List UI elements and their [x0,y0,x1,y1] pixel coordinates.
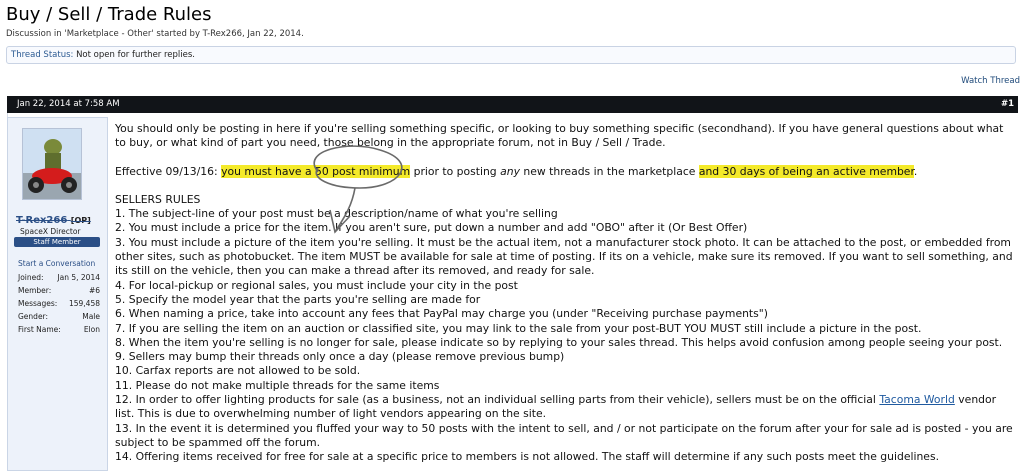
rule-item: 14. Offering items received for free for… [115,450,940,464]
page-title: Buy / Sell / Trade Rules [6,4,212,25]
rule-item-12: 12. In order to offer lighting products … [115,393,1013,422]
post-date: Jan 22, 2014 at 7:58 AM [17,99,120,109]
rule-item: 13. In the event it is determined you fl… [115,421,1013,449]
stat-label: Member: [18,286,52,295]
avatar[interactable] [22,128,82,200]
thread-status-box: Thread Status: Not open for further repl… [6,46,1016,64]
stat-messages: Messages: 159,458 [18,297,100,310]
post-permalink[interactable]: #1 [1001,96,1014,113]
rule-item: 9. Sellers may bump their threads only o… [115,350,565,364]
stat-first-name: First Name: Elon [18,323,100,336]
stat-joined: Joined: Jan 5, 2014 [18,271,100,284]
highlight-active-member: and 30 days of being an active member [698,164,914,178]
intro-paragraph: You should only be posting in here if yo… [115,122,1004,150]
stat-label: First Name: [18,325,61,334]
username[interactable]: T-Rex266 [OP] [16,215,91,226]
rule-item: 4. For local-pickup or regional sales, y… [115,278,518,292]
stat-gender: Gender: Male [18,310,100,323]
highlight-post-minimum: you must have a 50 post minimum [221,164,411,178]
thread-status-label: Thread Status: [11,50,74,60]
rule-item: 11. Please do not make multiple threads … [115,378,440,392]
post-header: Jan 22, 2014 at 7:58 AM #1 [7,96,1018,113]
rule-item: 6. When naming a price, take into accoun… [115,307,768,321]
user-title: SpaceX Director [20,227,81,236]
watch-thread-link[interactable]: Watch Thread [961,76,1020,86]
effective-end: . [913,164,918,178]
user-info-panel: T-Rex266 [OP] SpaceX Director Staff Memb… [7,117,108,471]
effective-any: any [500,164,520,178]
rule-item: 1. The subject-line of your post must be… [115,207,558,221]
tacoma-world-link[interactable]: Tacoma World [879,393,954,406]
rule-item: 2. You must include a price for the item… [115,221,748,235]
rule-item: 8. When the item you're selling is no lo… [115,335,1003,349]
start-conversation-link[interactable]: Start a Conversation [18,259,95,268]
stat-label: Joined: [18,273,44,282]
stat-member: Member: #6 [18,284,100,297]
rule-item: 5. Specify the model year that the parts… [115,292,481,306]
sellers-rules-heading: SELLERS RULES [115,192,201,206]
stat-value: Jan 5, 2014 [57,273,100,282]
stat-value: Elon [83,325,100,334]
post-body: You should only be posting in here if yo… [115,122,1013,465]
stat-value: #6 [88,286,100,295]
effective-prefix: Effective 09/13/16: [115,164,218,178]
rule-item: 3. You must include a picture of the ite… [115,235,1013,278]
thread-byline: Discussion in 'Marketplace - Other' star… [6,29,304,39]
username-text[interactable]: T-Rex266 [16,215,67,226]
op-tag: [OP] [70,216,91,225]
staff-badge: Staff Member [14,237,100,247]
effective-text: new threads in the marketplace [523,164,696,178]
thread-status-value: Not open for further replies. [76,50,196,60]
rule-item: 10. Carfax reports are not allowed to be… [115,364,361,378]
stat-value: Male [82,312,100,321]
user-stats: Joined: Jan 5, 2014 Member: #6 Messages: 15… [18,271,100,336]
stat-label: Messages: [18,299,58,308]
effective-text: prior to posting [413,164,497,178]
rule-12-text: 12. In order to offer lighting products … [115,393,876,407]
effective-paragraph: Effective 09/13/16: you must have a 50 p… [115,164,1013,179]
rule-item: 7. If you are selling the item on an auc… [115,321,922,335]
stat-label: Gender: [18,312,49,321]
stat-value: 159,458 [68,299,100,308]
